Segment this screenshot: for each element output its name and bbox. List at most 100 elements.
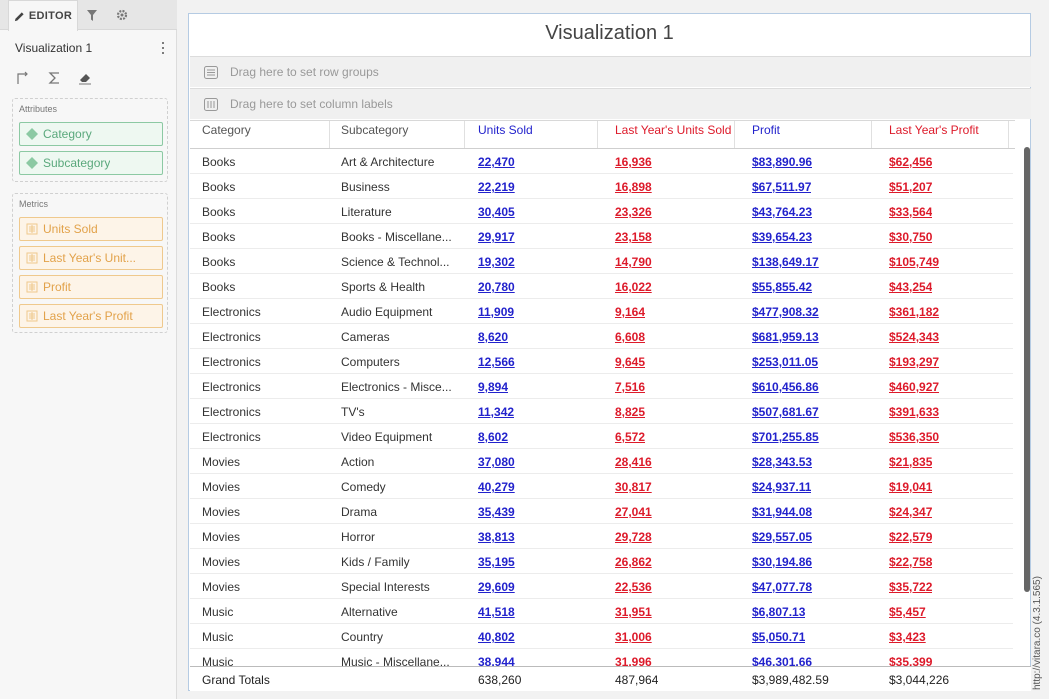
cell-units-sold[interactable]: 11,909	[478, 305, 514, 319]
cell-units-sold[interactable]: 22,219	[478, 180, 515, 194]
cell-profit[interactable]: $31,944.08	[752, 505, 812, 519]
cell-units-sold[interactable]: 29,917	[478, 230, 515, 244]
row-groups-dropzone[interactable]: Drag here to set row groups	[190, 56, 1031, 87]
cell-last-years-units-sold[interactable]: 16,898	[615, 180, 652, 194]
cell-units-sold[interactable]: 8,620	[478, 330, 508, 344]
cell-last-years-units-sold[interactable]: 29,728	[615, 530, 652, 544]
cell-last-years-profit[interactable]: $24,347	[889, 505, 932, 519]
column-header-profit[interactable]: Profit	[752, 121, 872, 148]
cell-profit[interactable]: $55,855.42	[752, 280, 812, 294]
cell-last-years-profit[interactable]: $361,182	[889, 305, 939, 319]
cell-profit[interactable]: $701,255.85	[752, 430, 819, 444]
cell-last-years-units-sold[interactable]: 28,416	[615, 455, 652, 469]
cell-last-years-units-sold[interactable]: 9,164	[615, 305, 645, 319]
swap-axes-icon[interactable]	[15, 70, 31, 86]
column-header-category[interactable]: Category	[202, 121, 330, 148]
cell-last-years-units-sold[interactable]: 16,936	[615, 155, 652, 169]
cell-units-sold[interactable]: 8,602	[478, 430, 508, 444]
cell-profit[interactable]: $24,937.11	[752, 480, 811, 494]
cell-last-years-units-sold[interactable]: 31,951	[615, 605, 652, 619]
metric-pill-last-years-units[interactable]: Last Year's Unit...	[19, 246, 163, 270]
tab-filter[interactable]	[80, 0, 104, 30]
metric-pill-units-sold[interactable]: Units Sold	[19, 217, 163, 241]
cell-last-years-units-sold[interactable]: 22,536	[615, 580, 652, 594]
cell-last-years-profit[interactable]: $105,749	[889, 255, 939, 269]
cell-profit[interactable]: $67,511.97	[752, 180, 811, 194]
cell-profit[interactable]: $30,194.86	[752, 555, 812, 569]
cell-last-years-units-sold[interactable]: 9,645	[615, 355, 645, 369]
cell-last-years-profit[interactable]: $460,927	[889, 380, 939, 394]
visualization-name[interactable]: Visualization 1	[15, 41, 92, 55]
cell-last-years-units-sold[interactable]: 6,608	[615, 330, 645, 344]
cell-last-years-profit[interactable]: $193,297	[889, 355, 939, 369]
cell-last-years-units-sold[interactable]: 27,041	[615, 505, 652, 519]
cell-last-years-profit[interactable]: $33,564	[889, 205, 932, 219]
cell-profit[interactable]: $39,654.23	[752, 230, 812, 244]
column-header-last-years-profit[interactable]: Last Year's Profit	[889, 121, 1009, 148]
cell-last-years-profit[interactable]: $21,835	[889, 455, 932, 469]
cell-units-sold[interactable]: 35,195	[478, 555, 515, 569]
cell-profit[interactable]: $477,908.32	[752, 305, 819, 319]
column-header-units-sold[interactable]: Units Sold	[478, 121, 598, 148]
cell-last-years-units-sold[interactable]: 30,817	[615, 480, 652, 494]
cell-units-sold[interactable]: 9,894	[478, 380, 508, 394]
cell-units-sold[interactable]: 41,518	[478, 605, 515, 619]
vertical-scrollbar[interactable]	[1024, 147, 1030, 592]
metric-pill-profit[interactable]: Profit	[19, 275, 163, 299]
sigma-icon[interactable]	[46, 70, 62, 86]
cell-last-years-profit[interactable]: $51,207	[889, 180, 932, 194]
cell-last-years-profit[interactable]: $22,579	[889, 530, 932, 544]
column-header-subcategory[interactable]: Subcategory	[341, 121, 465, 148]
cell-last-years-units-sold[interactable]: 6,572	[615, 430, 645, 444]
cell-units-sold[interactable]: 40,802	[478, 630, 515, 644]
cell-units-sold[interactable]: 30,405	[478, 205, 515, 219]
cell-profit[interactable]: $253,011.05	[752, 355, 818, 369]
cell-last-years-units-sold[interactable]: 7,516	[615, 380, 645, 394]
cell-units-sold[interactable]: 38,813	[478, 530, 515, 544]
cell-profit[interactable]: $28,343.53	[752, 455, 812, 469]
cell-profit[interactable]: $610,456.86	[752, 380, 819, 394]
cell-last-years-units-sold[interactable]: 16,022	[615, 280, 652, 294]
cell-last-years-profit[interactable]: $22,758	[889, 555, 932, 569]
cell-units-sold[interactable]: 40,279	[478, 480, 515, 494]
cell-last-years-units-sold[interactable]: 14,790	[615, 255, 652, 269]
cell-profit[interactable]: $29,557.05	[752, 530, 812, 544]
cell-last-years-profit[interactable]: $62,456	[889, 155, 932, 169]
attribute-pill-subcategory[interactable]: Subcategory	[19, 151, 163, 175]
cell-units-sold[interactable]: 22,470	[478, 155, 515, 169]
cell-last-years-profit[interactable]: $19,041	[889, 480, 932, 494]
cell-profit[interactable]: $43,764.23	[752, 205, 812, 219]
cell-last-years-profit[interactable]: $391,633	[889, 405, 939, 419]
cell-units-sold[interactable]: 29,609	[478, 580, 515, 594]
column-header-last-years-units-sold[interactable]: Last Year's Units Sold	[615, 121, 735, 148]
attribute-pill-category[interactable]: Category	[19, 122, 163, 146]
more-options-icon[interactable]	[157, 40, 169, 56]
cell-last-years-profit[interactable]: $30,750	[889, 230, 932, 244]
cell-last-years-units-sold[interactable]: 26,862	[615, 555, 652, 569]
cell-last-years-profit[interactable]: $524,343	[889, 330, 939, 344]
cell-last-years-profit[interactable]: $3,423	[889, 630, 926, 644]
cell-last-years-profit[interactable]: $536,350	[889, 430, 939, 444]
cell-profit[interactable]: $507,681.67	[752, 405, 819, 419]
cell-profit[interactable]: $138,649.17	[752, 255, 819, 269]
cell-last-years-units-sold[interactable]: 8,825	[615, 405, 645, 419]
column-labels-dropzone[interactable]: Drag here to set column labels	[190, 88, 1031, 119]
cell-profit[interactable]: $681,959.13	[752, 330, 819, 344]
cell-profit[interactable]: $83,890.96	[752, 155, 812, 169]
cell-units-sold[interactable]: 11,342	[478, 405, 514, 419]
cell-last-years-units-sold[interactable]: 31,006	[615, 630, 652, 644]
cell-units-sold[interactable]: 35,439	[478, 505, 515, 519]
tab-settings[interactable]	[108, 0, 136, 30]
cell-profit[interactable]: $47,077.78	[752, 580, 812, 594]
cell-last-years-profit[interactable]: $35,722	[889, 580, 932, 594]
cell-units-sold[interactable]: 19,302	[478, 255, 515, 269]
cell-units-sold[interactable]: 12,566	[478, 355, 515, 369]
cell-last-years-profit[interactable]: $5,457	[889, 605, 926, 619]
cell-units-sold[interactable]: 37,080	[478, 455, 515, 469]
cell-profit[interactable]: $5,050.71	[752, 630, 805, 644]
cell-last-years-units-sold[interactable]: 23,326	[615, 205, 652, 219]
cell-last-years-units-sold[interactable]: 23,158	[615, 230, 652, 244]
tab-editor[interactable]: EDITOR	[8, 0, 78, 31]
metric-pill-last-years-profit[interactable]: Last Year's Profit	[19, 304, 163, 328]
cell-units-sold[interactable]: 20,780	[478, 280, 515, 294]
